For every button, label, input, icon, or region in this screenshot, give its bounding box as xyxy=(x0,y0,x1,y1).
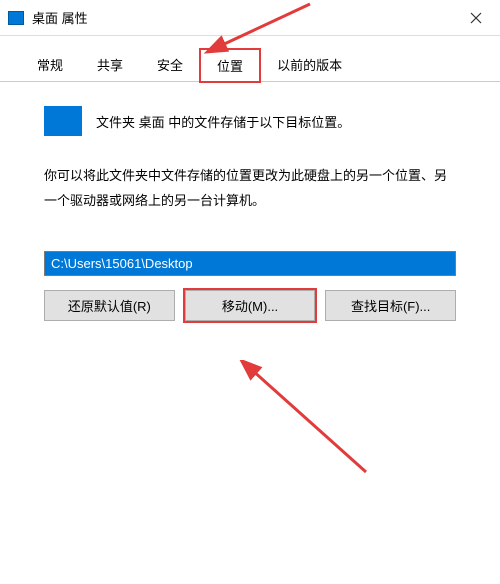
close-button[interactable] xyxy=(452,0,500,36)
window-icon xyxy=(8,11,24,25)
tab-bar: 常规 共享 安全 位置 以前的版本 xyxy=(0,36,500,82)
desktop-folder-icon xyxy=(44,106,82,136)
tab-security[interactable]: 安全 xyxy=(140,48,200,81)
move-button[interactable]: 移动(M)... xyxy=(185,290,316,321)
button-row: 还原默认值(R) 移动(M)... 查找目标(F)... xyxy=(44,290,456,321)
restore-default-button[interactable]: 还原默认值(R) xyxy=(44,290,175,321)
folder-description: 文件夹 桌面 中的文件存储于以下目标位置。 xyxy=(96,112,350,131)
tab-location[interactable]: 位置 xyxy=(200,49,260,82)
window-title: 桌面 属性 xyxy=(32,8,452,27)
tab-previous-versions[interactable]: 以前的版本 xyxy=(260,48,359,81)
location-description: 你可以将此文件夹中文件存储的位置更改为此硬盘上的另一个位置、另一个驱动器或网络上… xyxy=(44,164,456,213)
annotation-arrow-move xyxy=(238,360,378,480)
path-input[interactable] xyxy=(44,251,456,276)
folder-row: 文件夹 桌面 中的文件存储于以下目标位置。 xyxy=(44,106,456,136)
titlebar: 桌面 属性 xyxy=(0,0,500,36)
tab-general[interactable]: 常规 xyxy=(20,48,80,81)
content-area: 文件夹 桌面 中的文件存储于以下目标位置。 你可以将此文件夹中文件存储的位置更改… xyxy=(0,82,500,341)
close-icon xyxy=(470,12,482,24)
find-target-button[interactable]: 查找目标(F)... xyxy=(325,290,456,321)
tab-sharing[interactable]: 共享 xyxy=(80,48,140,81)
